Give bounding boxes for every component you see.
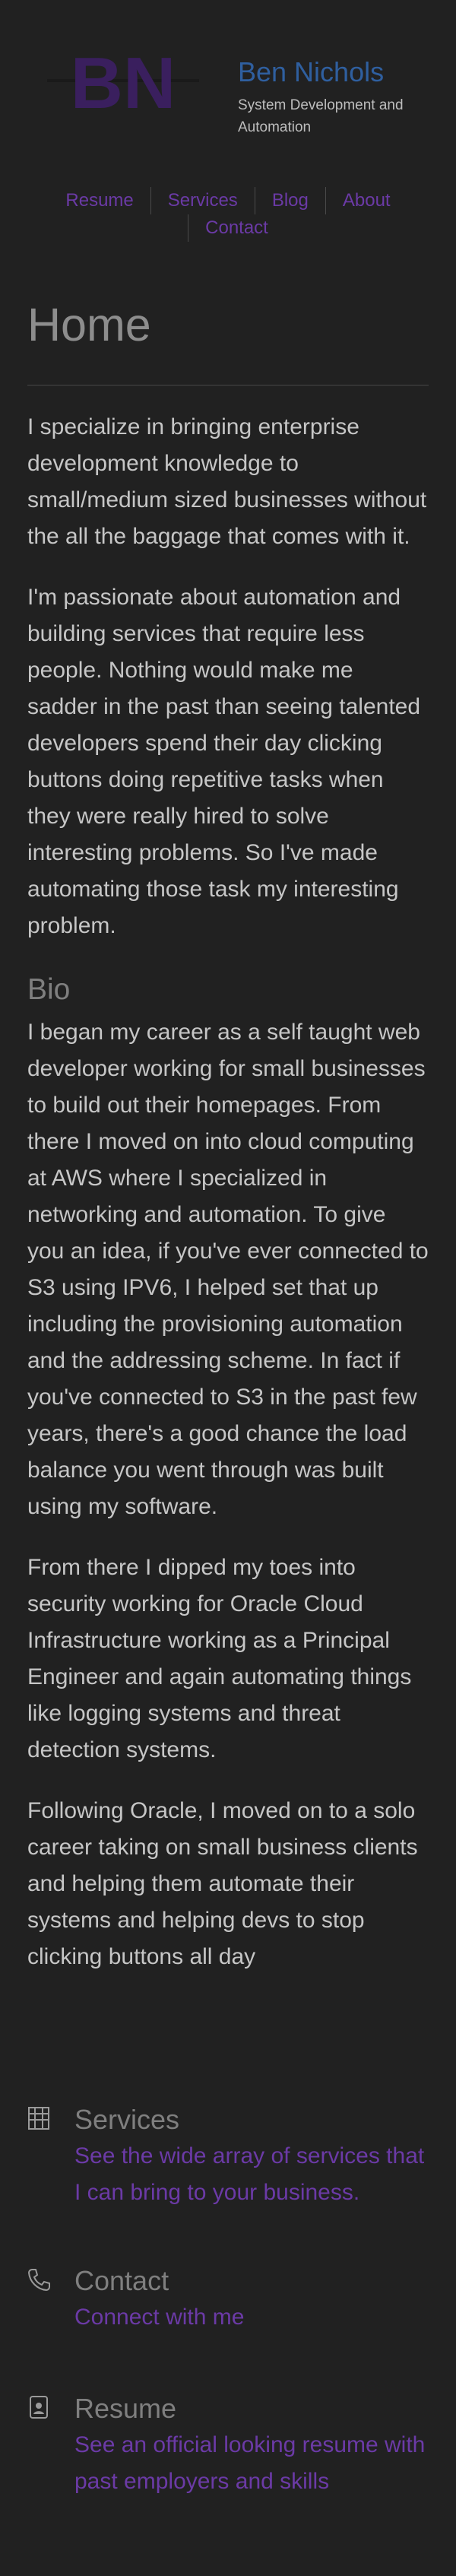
nav-link-contact[interactable]: Contact	[205, 217, 268, 239]
intro-paragraph: I specialize in bringing enterprise deve…	[27, 414, 427, 549]
card-resume: Resume See an official looking resume wi…	[27, 2390, 429, 2512]
logo-initials: BN	[71, 47, 176, 119]
site-logo[interactable]: BN	[47, 47, 199, 119]
contact-link[interactable]: Connect with me	[74, 2299, 429, 2336]
bio-paragraph: Following Oracle, I moved on to a solo c…	[27, 1798, 418, 1969]
nav-link-about[interactable]: About	[326, 190, 407, 211]
card-title: Contact	[74, 2265, 169, 2296]
services-link[interactable]: See the wide array of services that I ca…	[74, 2138, 429, 2211]
building-icon	[28, 2107, 49, 2130]
bio-paragraph: I began my career as a self taught web d…	[27, 1020, 429, 1519]
nav-row: Resume Services Blog About	[0, 187, 456, 214]
main-nav: Resume Services Blog About Contact	[0, 187, 456, 242]
site-title[interactable]: Ben Nichols	[238, 56, 384, 88]
card-title: Resume	[74, 2393, 177, 2424]
bio-heading: Bio	[27, 973, 71, 1006]
nav-row: Contact	[0, 214, 456, 242]
site-tagline: System Development and Automation	[238, 97, 404, 135]
nav-link-resume[interactable]: Resume	[49, 190, 150, 211]
site-header: BN Ben Nichols System Development and Au…	[0, 0, 456, 152]
resume-link[interactable]: See an official looking resume with past…	[74, 2427, 429, 2500]
card-title: Services	[74, 2104, 180, 2135]
main-content: I specialize in bringing enterprise deve…	[27, 409, 429, 2000]
intro-paragraph: I'm passionate about automation and buil…	[27, 585, 421, 938]
card-services: Services See the wide array of services …	[27, 2102, 429, 2263]
phone-icon	[27, 2269, 50, 2292]
page-title: Home	[27, 299, 151, 351]
card-contact: Contact Connect with me	[27, 2263, 429, 2390]
bio-paragraph: From there I dipped my toes into securit…	[27, 1555, 412, 1762]
nav-link-blog[interactable]: Blog	[255, 190, 325, 211]
feature-cards: Services See the wide array of services …	[27, 2102, 429, 2512]
nav-link-services[interactable]: Services	[151, 190, 255, 211]
page: BN Ben Nichols System Development and Au…	[0, 0, 456, 2576]
id-badge-icon	[30, 2396, 48, 2419]
